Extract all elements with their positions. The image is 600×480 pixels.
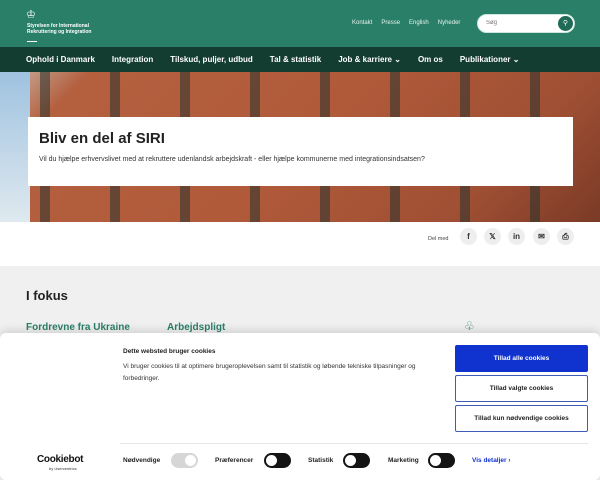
- main-nav: Ophold i Danmark Integration Tilskud, pu…: [0, 47, 600, 72]
- logo-divider: [27, 41, 37, 42]
- toggle-marketing[interactable]: [428, 453, 455, 468]
- allow-all-button[interactable]: Tillad alle cookies: [455, 345, 588, 372]
- cookie-banner: Dette websted bruger cookies Vi bruger c…: [0, 333, 600, 480]
- search-button[interactable]: ⚲: [558, 16, 573, 31]
- hero-text: Vil du hjælpe erhvervslivet med at rekru…: [39, 156, 425, 163]
- nav-tal-statistik[interactable]: Tal & statistik: [270, 55, 321, 64]
- cookiebot-logo: Cookiebot: [37, 454, 84, 465]
- search-box: ⚲: [477, 14, 575, 33]
- cookie-divider: [120, 443, 588, 444]
- cookiebot-logo-sub: by Usercentrics: [49, 466, 77, 471]
- search-icon: ⚲: [562, 20, 569, 27]
- toggle-necessary: [171, 453, 198, 468]
- focus-title: I fokus: [26, 288, 68, 303]
- toggle-label-preferences: Præferencer: [215, 457, 254, 464]
- search-input[interactable]: [486, 20, 556, 26]
- toggle-label-marketing: Marketing: [388, 457, 419, 464]
- linkedin-icon[interactable]: in: [508, 228, 525, 245]
- nav-om-os[interactable]: Om os: [418, 55, 443, 64]
- toggle-label-necessary: Nødvendige: [123, 457, 161, 464]
- nav-ophold[interactable]: Ophold i Danmark: [26, 55, 95, 64]
- link-kontakt[interactable]: Kontakt: [352, 20, 372, 26]
- nav-integration[interactable]: Integration: [112, 55, 153, 64]
- cookie-title: Dette websted bruger cookies: [123, 348, 216, 355]
- hero-title: Bliv en del af SIRI: [39, 130, 165, 147]
- toggle-statistics[interactable]: [343, 453, 370, 468]
- mail-icon[interactable]: ✉: [533, 228, 550, 245]
- cookie-text: Vi bruger cookies til at optimere bruger…: [123, 363, 416, 382]
- tree-icon: ♧: [464, 319, 475, 333]
- crown-logo-icon[interactable]: ♔: [26, 8, 36, 21]
- logo-line-2: Rekruttering og Integration: [27, 29, 92, 35]
- focus-card-arbejdspligt[interactable]: Arbejdspligt: [167, 322, 225, 333]
- facebook-icon[interactable]: f: [460, 228, 477, 245]
- link-nyheder[interactable]: Nyheder: [438, 20, 461, 26]
- nav-publikationer[interactable]: Publikationer ⌄: [460, 55, 520, 64]
- top-links: Kontakt Presse English Nyheder: [352, 20, 460, 26]
- focus-card-ukraine[interactable]: Fordrevne fra Ukraine: [26, 322, 130, 333]
- show-details-link[interactable]: Vis detaljer ›: [472, 457, 511, 464]
- hero-sky: [0, 72, 30, 222]
- share-bar: Del med f 𝕏 in ✉ ⎙: [0, 222, 600, 266]
- toggle-label-statistics: Statistik: [308, 457, 334, 464]
- toggle-preferences[interactable]: [264, 453, 291, 468]
- print-icon[interactable]: ⎙: [557, 228, 574, 245]
- nav-tilskud[interactable]: Tilskud, puljer, udbud: [170, 55, 253, 64]
- share-label: Del med: [428, 236, 449, 242]
- hero-image: Bliv en del af SIRI Vil du hjælpe erhver…: [0, 72, 600, 222]
- allow-necessary-button[interactable]: Tillad kun nødvendige cookies: [455, 405, 588, 432]
- x-icon[interactable]: 𝕏: [484, 228, 501, 245]
- nav-job-karriere[interactable]: Job & karriere ⌄: [338, 55, 401, 64]
- link-presse[interactable]: Presse: [381, 20, 400, 26]
- link-english[interactable]: English: [409, 20, 429, 26]
- site-logo-text[interactable]: Styrelsen for International Rekruttering …: [27, 23, 91, 35]
- site-header: ♔ Styrelsen for International Rekrutterin…: [0, 0, 600, 47]
- hero-card: Bliv en del af SIRI Vil du hjælpe erhver…: [28, 117, 573, 186]
- allow-selected-button[interactable]: Tillad valgte cookies: [455, 375, 588, 402]
